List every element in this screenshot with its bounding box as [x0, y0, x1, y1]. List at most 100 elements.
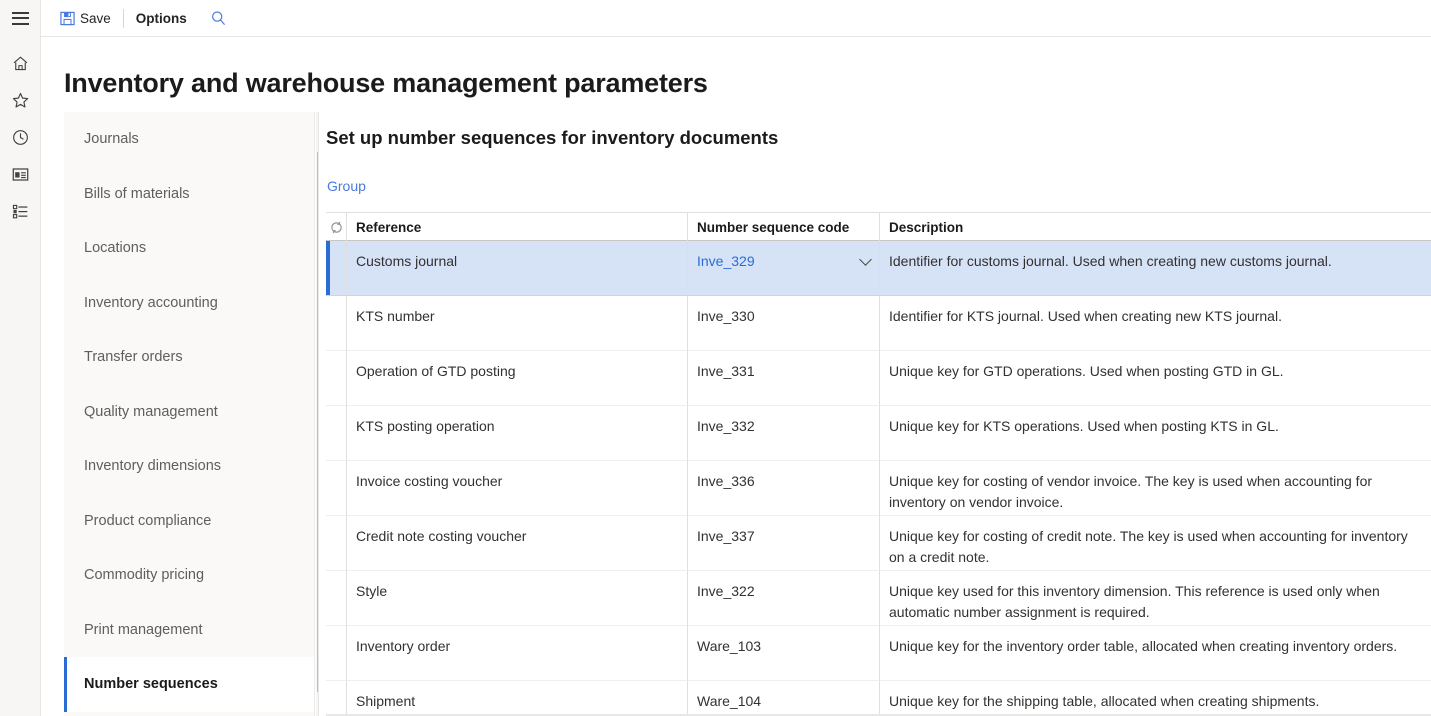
sidebar-item-number-sequences[interactable]: Number sequences [64, 657, 314, 712]
star-icon [12, 92, 28, 108]
refresh-icon [330, 221, 342, 233]
sidebar-item-locations[interactable]: Locations [64, 221, 314, 276]
sidebar-item-commodity-pricing[interactable]: Commodity pricing [64, 548, 314, 603]
cell-reference[interactable]: Style [347, 571, 688, 626]
cell-description[interactable]: Unique key for the shipping table, alloc… [880, 681, 1431, 716]
group-link[interactable]: Group [327, 178, 366, 194]
sidebar-item-bills-of-materials[interactable]: Bills of materials [64, 167, 314, 222]
number-sequence-code-value: Inve_336 [697, 473, 755, 489]
table-row[interactable]: Customs journal Inve_329 Identifier for cu… [326, 241, 1431, 296]
column-header-number-sequence-code[interactable]: Number sequence code [688, 213, 880, 241]
table-row[interactable]: KTS posting operation Inve_332 Unique key … [326, 406, 1431, 461]
cell-description[interactable]: Identifier for customs journal. Used whe… [880, 241, 1431, 296]
column-header-reference[interactable]: Reference [347, 213, 688, 241]
cell-reference[interactable]: KTS posting operation [347, 406, 688, 461]
row-indicator-cell[interactable] [326, 296, 347, 351]
home-icon [13, 56, 27, 71]
number-sequence-code-value: Ware_104 [697, 693, 762, 709]
cell-number-sequence-code[interactable]: Inve_332 [688, 406, 880, 461]
sidebar-item-product-compliance[interactable]: Product compliance [64, 494, 314, 549]
cell-number-sequence-code[interactable]: Inve_330 [688, 296, 880, 351]
page-body: Inventory and warehouse management param… [42, 38, 1431, 716]
modules-icon [12, 204, 27, 219]
sidebar-item-journals[interactable]: Journals [64, 112, 314, 167]
rail-item-recent[interactable] [0, 119, 41, 156]
sidebar-item-label: Quality management [84, 403, 218, 420]
sidebar-item-label: Commodity pricing [84, 567, 205, 584]
row-indicator-cell[interactable] [326, 681, 347, 716]
hamburger-menu-button[interactable] [0, 0, 41, 37]
cell-reference[interactable]: Shipment [347, 681, 688, 716]
save-label: Save [80, 10, 111, 26]
row-indicator-cell[interactable] [326, 351, 347, 406]
grid-body: Customs journal Inve_329 Identifier for cu… [326, 241, 1431, 716]
cell-number-sequence-code[interactable]: Inve_329 [688, 241, 880, 296]
rail-item-home[interactable] [0, 45, 41, 82]
cell-number-sequence-code[interactable]: Ware_104 [688, 681, 880, 716]
number-sequence-code-value: Inve_332 [697, 418, 755, 434]
table-row[interactable]: KTS number Inve_330 Identifier for KTS jou… [326, 296, 1431, 351]
column-header-description[interactable]: Description [880, 213, 1431, 241]
cell-number-sequence-code[interactable]: Inve_331 [688, 351, 880, 406]
rail-item-workspaces[interactable] [0, 156, 41, 193]
sidebar-item-inventory-dimensions[interactable]: Inventory dimensions [64, 439, 314, 494]
number-sequence-code-value: Inve_329 [697, 253, 755, 269]
row-indicator-cell[interactable] [326, 241, 347, 296]
cell-description[interactable]: Identifier for KTS journal. Used when cr… [880, 296, 1431, 351]
save-button[interactable]: Save [53, 5, 118, 31]
table-row[interactable]: Style Inve_322 Unique key used for this in… [326, 571, 1431, 626]
row-indicator-cell[interactable] [326, 626, 347, 681]
sidebar-item-quality-management[interactable]: Quality management [64, 385, 314, 440]
table-row[interactable]: Invoice costing voucher Inve_336 Unique ke… [326, 461, 1431, 516]
cell-description[interactable]: Unique key for GTD operations. Used when… [880, 351, 1431, 406]
cell-description[interactable]: Unique key for KTS operations. Used when… [880, 406, 1431, 461]
row-indicator-cell[interactable] [326, 406, 347, 461]
cell-reference[interactable]: Customs journal [347, 241, 688, 296]
cell-reference[interactable]: KTS number [347, 296, 688, 351]
table-row[interactable]: Operation of GTD posting Inve_331 Unique k… [326, 351, 1431, 406]
cell-reference[interactable]: Operation of GTD posting [347, 351, 688, 406]
row-indicator-cell[interactable] [326, 516, 347, 571]
clock-icon [12, 130, 28, 145]
chevron-down-icon[interactable] [859, 253, 872, 266]
sidebar-item-label: Product compliance [84, 512, 212, 529]
cell-reference[interactable]: Inventory order [347, 626, 688, 681]
search-button[interactable] [204, 5, 234, 31]
cell-number-sequence-code[interactable]: Inve_337 [688, 516, 880, 571]
main-panel: Set up number sequences for inventory do… [318, 112, 1431, 716]
command-items: Save Options [41, 0, 234, 37]
cell-description[interactable]: Unique key used for this inventory dimen… [880, 571, 1431, 626]
cell-number-sequence-code[interactable]: Ware_103 [688, 626, 880, 681]
sidebar-item-label: Locations [84, 240, 147, 257]
row-indicator-cell[interactable] [326, 571, 347, 626]
save-icon [60, 11, 75, 25]
sidebar-item-label: Transfer orders [84, 349, 183, 366]
rail-item-favorites[interactable] [0, 82, 41, 119]
sidebar-item-label: Inventory accounting [84, 294, 218, 311]
section-navigation: Journals Bills of materials Locations Inven… [64, 112, 315, 716]
row-indicator-cell[interactable] [326, 461, 347, 516]
sidebar-item-transfer-orders[interactable]: Transfer orders [64, 330, 314, 385]
cell-description[interactable]: Unique key for costing of credit note. T… [880, 516, 1431, 571]
number-sequence-code-value: Inve_331 [697, 363, 755, 379]
sidebar-item-inventory-accounting[interactable]: Inventory accounting [64, 276, 314, 331]
cell-number-sequence-code[interactable]: Inve_336 [688, 461, 880, 516]
cell-reference[interactable]: Credit note costing voucher [347, 516, 688, 571]
cell-number-sequence-code[interactable]: Inve_322 [688, 571, 880, 626]
sidebar-item-label: Inventory dimensions [84, 458, 222, 475]
grid-refresh-header[interactable] [326, 213, 347, 241]
table-row[interactable]: Credit note costing voucher Inve_337 Uniqu… [326, 516, 1431, 571]
sidebar-item-print-management[interactable]: Print management [64, 603, 314, 658]
table-row[interactable]: Shipment Ware_104 Unique key for the shipp… [326, 681, 1431, 716]
cell-reference[interactable]: Invoice costing voucher [347, 461, 688, 516]
options-button[interactable]: Options [129, 5, 194, 31]
cell-description[interactable]: Unique key for the inventory order table… [880, 626, 1431, 681]
hamburger-icon [11, 11, 29, 25]
sidebar-item-label: Bills of materials [84, 185, 190, 202]
sidebar-item-label: Journals [84, 131, 139, 148]
rail-item-modules[interactable] [0, 193, 41, 230]
cell-description[interactable]: Unique key for costing of vendor invoice… [880, 461, 1431, 516]
number-sequences-grid: Reference Number sequence code Descripti… [326, 212, 1431, 716]
table-row[interactable]: Inventory order Ware_103 Unique key for th… [326, 626, 1431, 681]
command-separator [122, 8, 124, 28]
